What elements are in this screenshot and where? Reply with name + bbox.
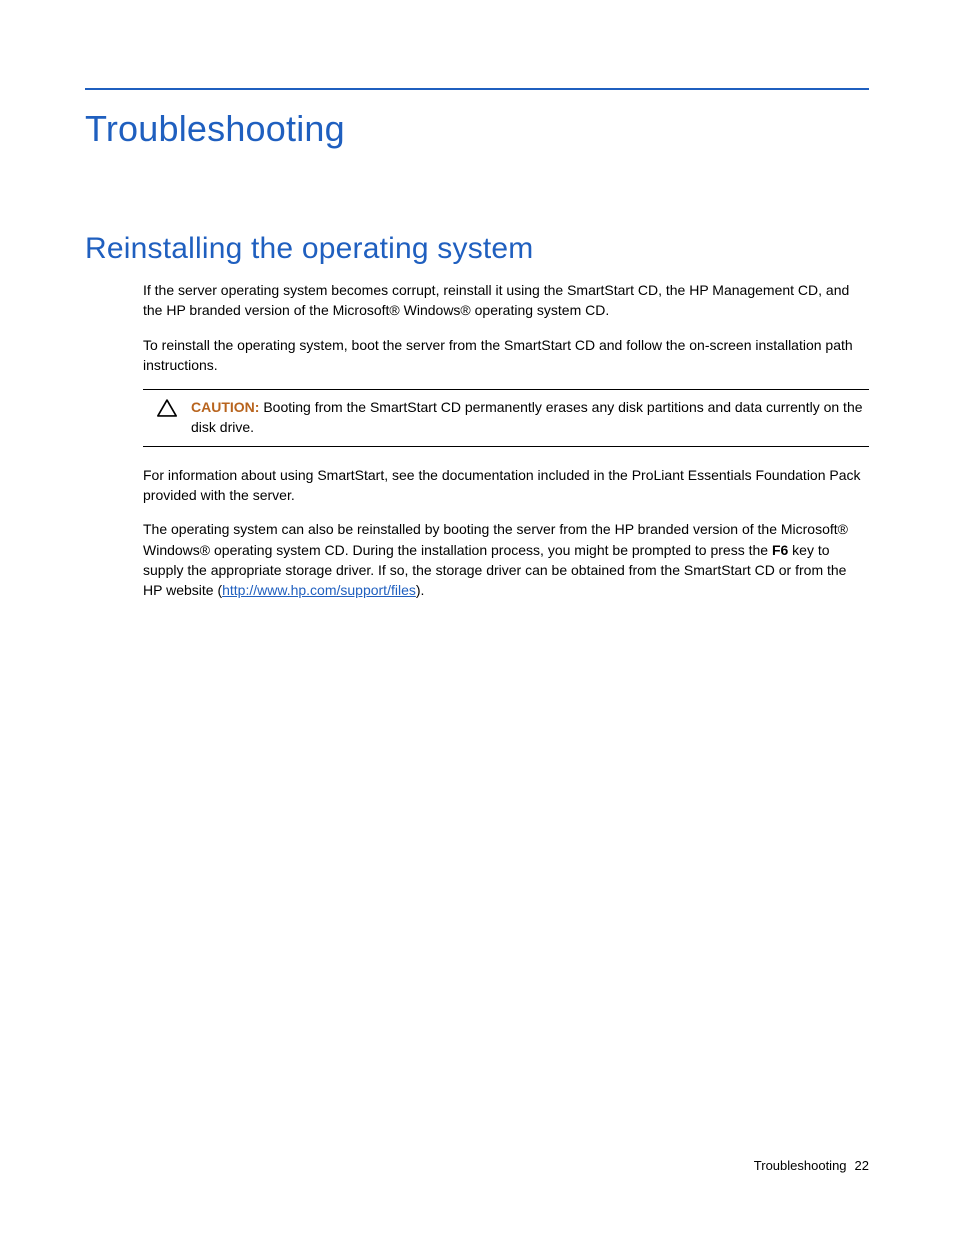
caution-body: Booting from the SmartStart CD permanent… (191, 399, 863, 435)
footer-page-number: 22 (855, 1158, 869, 1173)
paragraph-reinstall: To reinstall the operating system, boot … (143, 335, 869, 376)
top-rule (85, 88, 869, 90)
caution-block: CAUTION: Booting from the SmartStart CD … (143, 389, 869, 447)
page: Troubleshooting Reinstalling the operati… (0, 0, 954, 601)
page-title: Troubleshooting (85, 108, 869, 150)
paragraph-intro: If the server operating system becomes c… (143, 280, 869, 321)
body-content: If the server operating system becomes c… (143, 280, 869, 601)
paragraph-smartstart-info: For information about using SmartStart, … (143, 465, 869, 506)
paragraph-alt-reinstall: The operating system can also be reinsta… (143, 519, 869, 600)
caution-label: CAUTION: (191, 399, 259, 415)
text-run: The operating system can also be reinsta… (143, 521, 848, 557)
footer-section-label: Troubleshooting (754, 1158, 847, 1173)
caution-text: CAUTION: Booting from the SmartStart CD … (191, 397, 869, 438)
section-heading: Reinstalling the operating system (85, 232, 869, 266)
text-run: ). (416, 582, 425, 598)
f6-key: F6 (772, 542, 788, 558)
support-link[interactable]: http://www.hp.com/support/files (222, 582, 416, 598)
caution-icon (143, 397, 191, 438)
page-footer: Troubleshooting 22 (754, 1158, 869, 1173)
